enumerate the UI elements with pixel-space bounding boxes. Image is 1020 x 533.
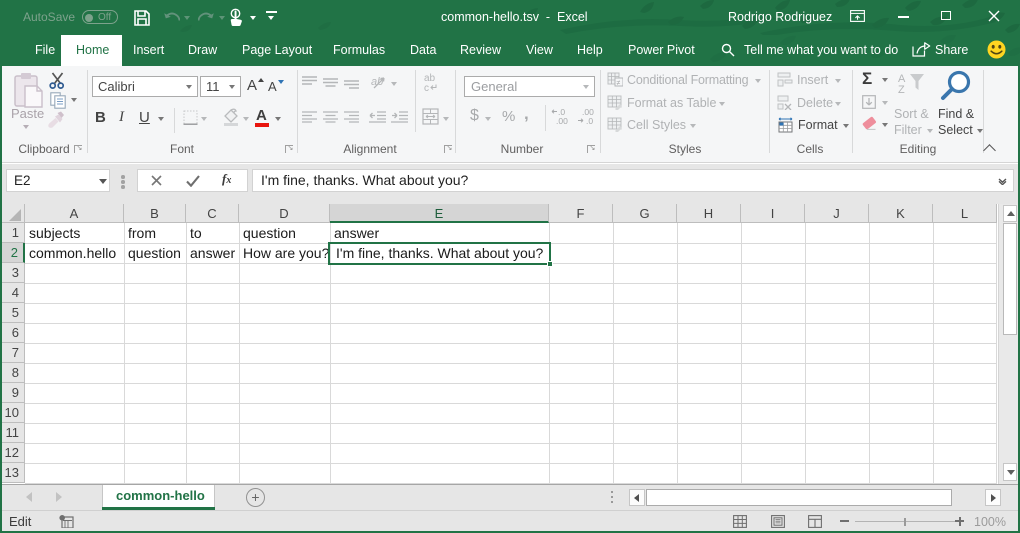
svg-text:.00: .00 — [556, 116, 568, 126]
svg-text:≠: ≠ — [617, 80, 621, 87]
svg-text:c: c — [424, 83, 429, 92]
svg-text:.0: .0 — [586, 116, 593, 126]
svg-text:Z: Z — [898, 84, 905, 94]
